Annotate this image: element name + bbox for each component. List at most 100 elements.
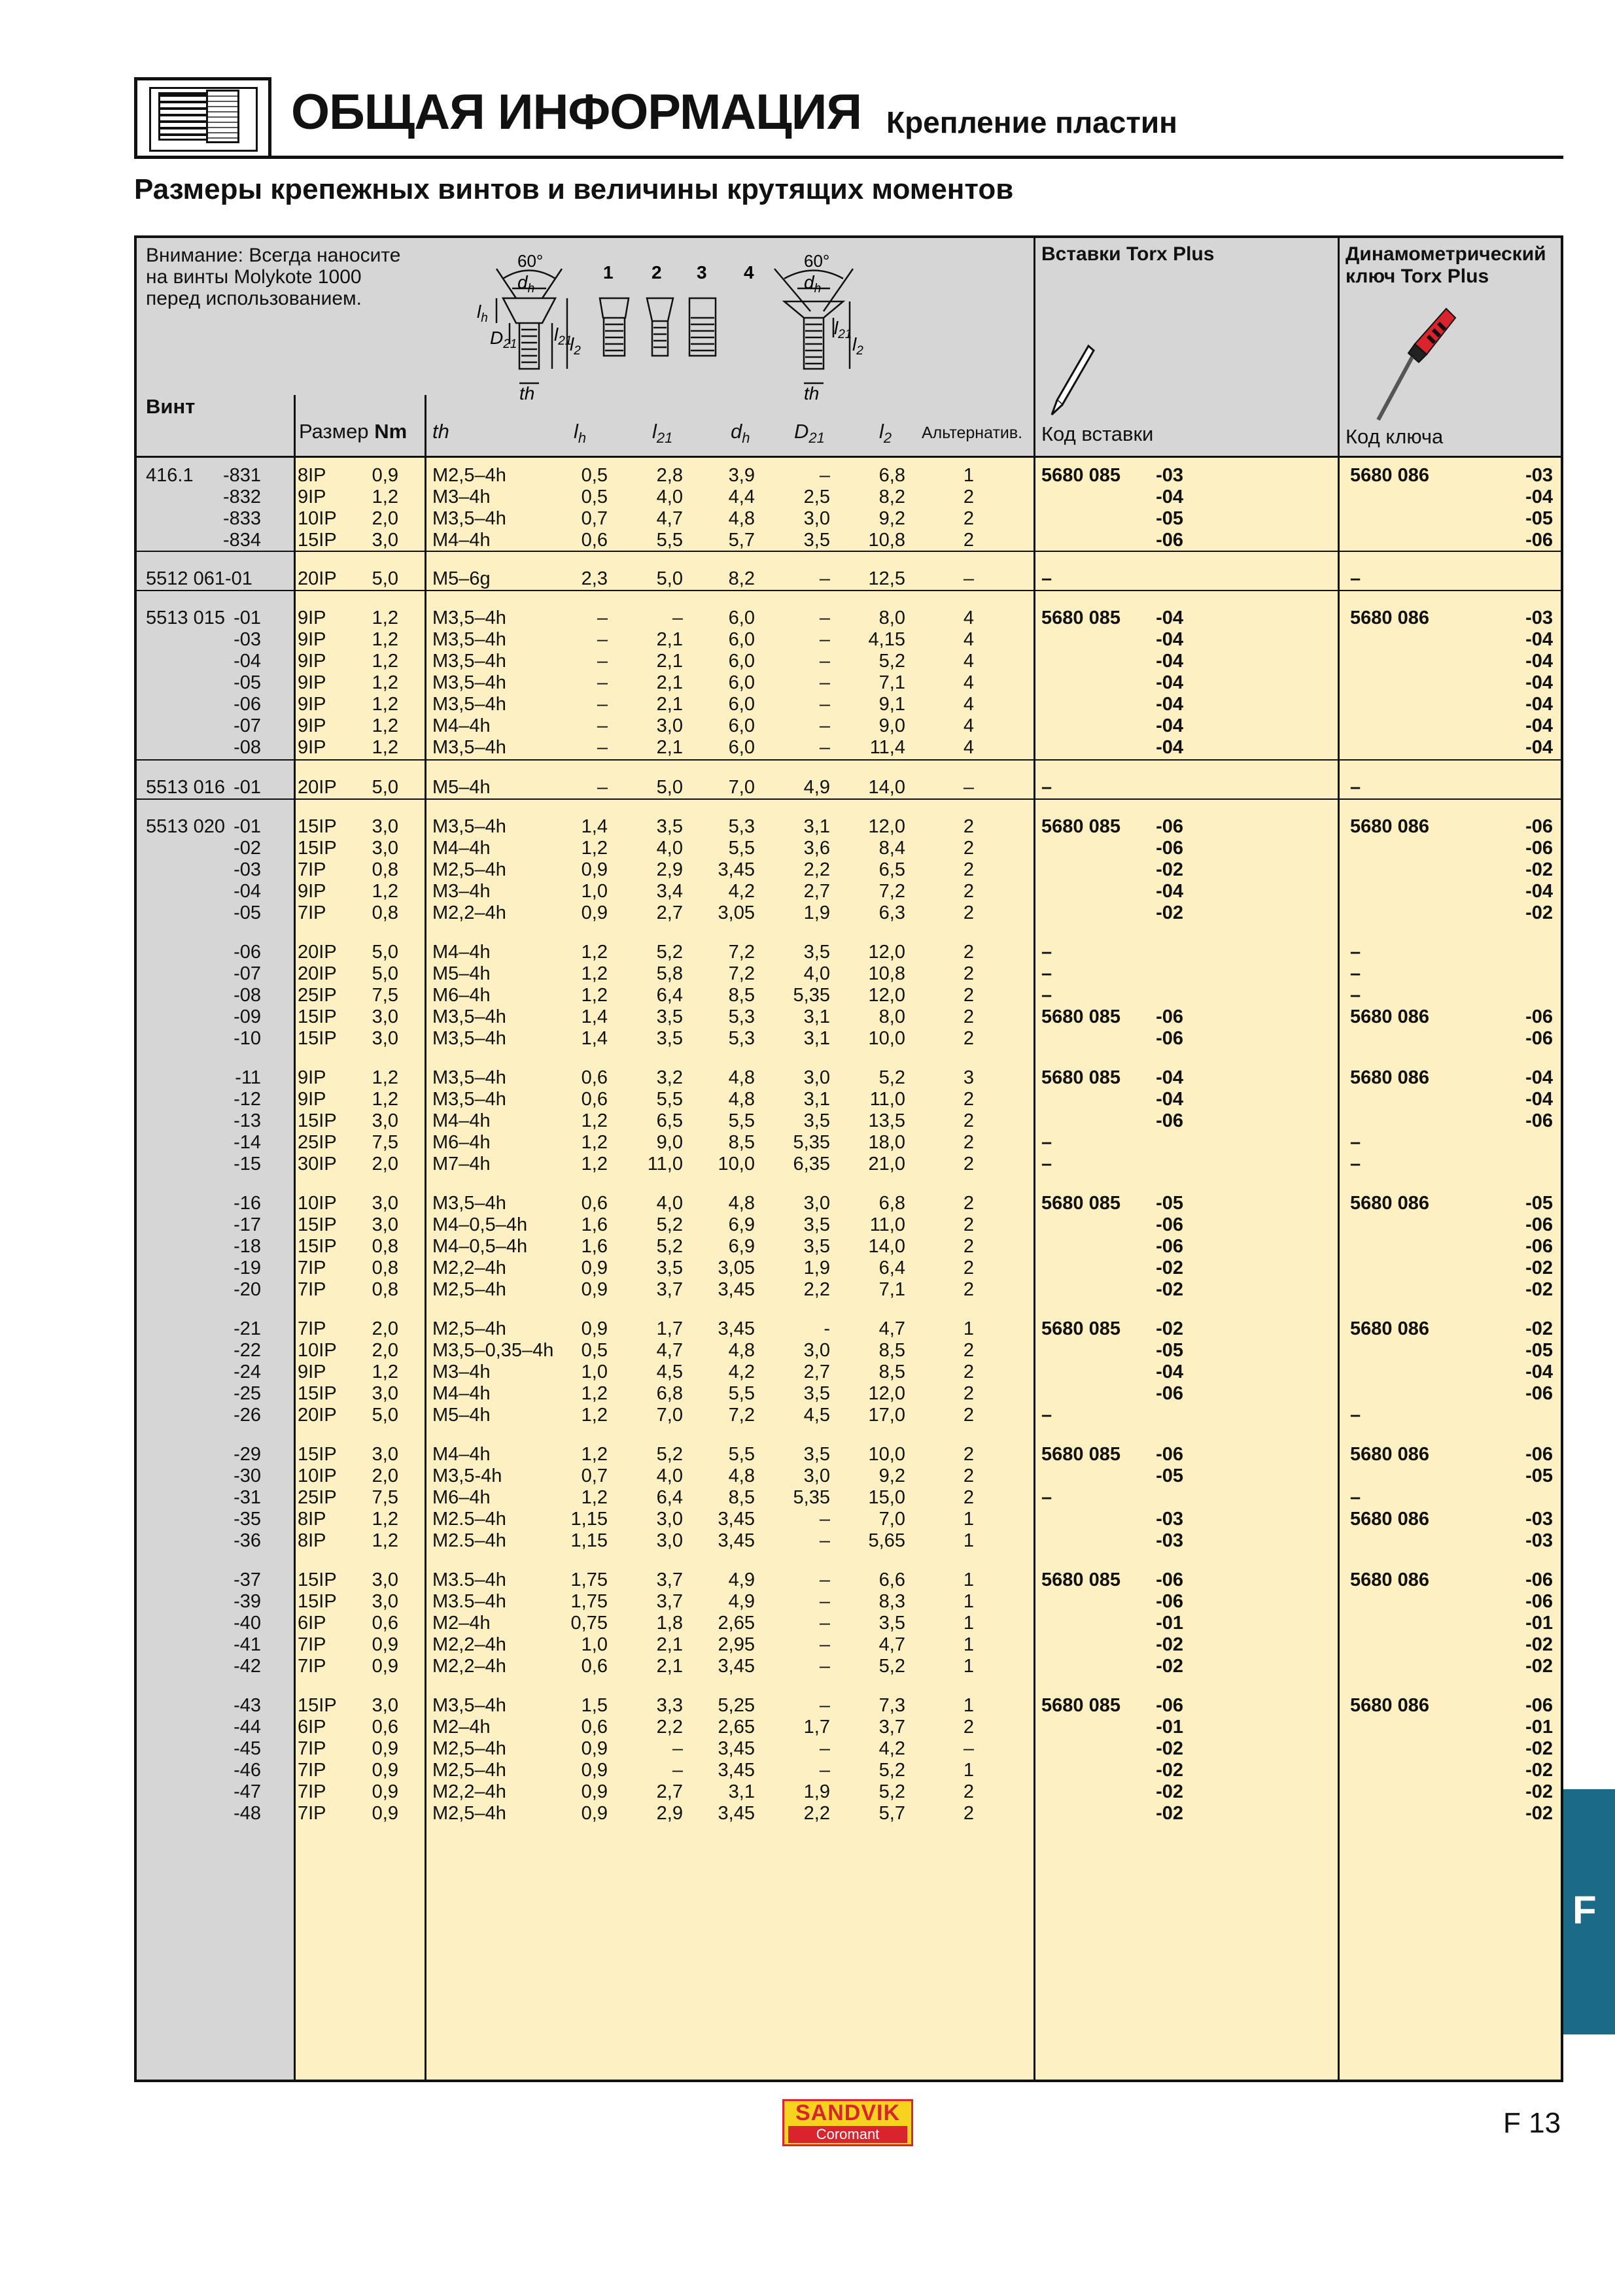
- table-row: -04 9IP 1,2 M3–4h 1,0 3,4 4,2 2,7 7,2 2 -04 -04: [137, 881, 1561, 902]
- cell-2: 20IP: [298, 777, 337, 798]
- cell-9: 12,5: [868, 568, 905, 589]
- cell-1: -35: [234, 1509, 261, 1530]
- cell-13: 5680 086: [1350, 1569, 1429, 1590]
- cell-9: 7,0: [878, 1509, 905, 1530]
- cell-13: 5680 086: [1350, 1193, 1429, 1214]
- cell-12: -02: [1156, 1760, 1183, 1781]
- cell-14: -02: [1525, 1279, 1553, 1300]
- cell-3: 5,0: [372, 963, 398, 984]
- cell-5: 0,9: [581, 859, 608, 880]
- cell-2: 9IP: [298, 1089, 326, 1110]
- cell-9: 5,7: [878, 1803, 905, 1824]
- cell-7: 7,2: [728, 1405, 755, 1426]
- cell-5: 0,5: [581, 1340, 608, 1361]
- cell-1: -12: [234, 1089, 261, 1110]
- table-row: -834 15IP 3,0 M4–4h 0,6 5,5 5,7 3,5 10,8 2 -06 -06: [137, 530, 1561, 551]
- cell-3: 2,0: [372, 1318, 398, 1339]
- cell-9: 5,2: [878, 1656, 905, 1677]
- cell-6: 4,0: [656, 1465, 683, 1486]
- cell-4: M3,5–0,35–4h: [432, 1340, 554, 1361]
- cell-14: -06: [1525, 1214, 1553, 1235]
- cell-1: -37: [234, 1569, 261, 1590]
- cell-3: 1,2: [372, 1509, 398, 1530]
- cell-12: -03: [1156, 465, 1183, 486]
- cell-6: 2,1: [656, 672, 683, 693]
- dh-label-right: dh: [804, 272, 821, 296]
- cell-4: M3–4h: [432, 1362, 491, 1382]
- cell-3: 0,9: [372, 1656, 398, 1677]
- cell-9: 7,2: [878, 881, 905, 902]
- cell-11: –: [1041, 568, 1052, 589]
- cell-3: 3,0: [372, 1110, 398, 1131]
- cell-8: 4,9: [803, 777, 830, 798]
- cell-14: -02: [1525, 1258, 1553, 1278]
- cell-7: 6,0: [728, 694, 755, 715]
- cell-13: –: [1350, 963, 1361, 984]
- cell-5: 1,0: [581, 881, 608, 902]
- cell-6: 3,5: [656, 1028, 683, 1049]
- cell-6: 5,2: [656, 1236, 683, 1257]
- section-tab: F: [1563, 1789, 1615, 2034]
- cell-7: 3,45: [718, 859, 755, 880]
- cell-7: 3,45: [718, 1656, 755, 1677]
- cell-14: -02: [1525, 1634, 1553, 1655]
- cell-4: M2,5–4h: [432, 1318, 506, 1339]
- cell-14: -04: [1525, 715, 1553, 736]
- cell-7: 2,65: [718, 1613, 755, 1634]
- cell-10: 2: [963, 1089, 974, 1110]
- screw-header: Винт: [146, 395, 196, 418]
- cell-3: 1,2: [372, 1362, 398, 1382]
- cell-12: -05: [1156, 508, 1183, 529]
- cell-9: 9,0: [878, 715, 905, 736]
- cell-4: M3,5–4h: [432, 737, 506, 758]
- cell-5: 0,9: [581, 1803, 608, 1824]
- cell-4: M5–4h: [432, 1405, 491, 1426]
- cell-4: M6–4h: [432, 985, 491, 1006]
- cell-1: -01: [234, 777, 261, 798]
- table-row: -06 20IP 5,0 M4–4h 1,2 5,2 7,2 3,5 12,0 2 – –: [137, 942, 1561, 963]
- cell-3: 3,0: [372, 1006, 398, 1027]
- cell-10: 1: [963, 1591, 974, 1612]
- cell-2: 15IP: [298, 838, 337, 859]
- cell-6: 6,4: [656, 985, 683, 1006]
- cell-8: –: [819, 737, 830, 758]
- cell-1: -10: [234, 1028, 261, 1049]
- torx-inserts-header: Вставки Torx Plus: [1041, 243, 1215, 265]
- cell-5: 1,0: [581, 1634, 608, 1655]
- cell-6: 1,7: [656, 1318, 683, 1339]
- cell-9: 11,0: [869, 1214, 905, 1235]
- cell-5: 1,2: [581, 1110, 608, 1131]
- cell-9: 10,0: [868, 1028, 905, 1049]
- cell-5: 1,4: [581, 816, 608, 837]
- cell-7: 5,5: [728, 838, 755, 859]
- cell-3: 7,5: [372, 1487, 398, 1508]
- cell-12: -04: [1156, 608, 1183, 628]
- cell-7: 4,8: [728, 1067, 755, 1088]
- cell-8: 3,1: [803, 1028, 830, 1049]
- cell-10: 2: [963, 942, 974, 963]
- cell-14: -03: [1525, 1530, 1553, 1551]
- table-row: -47 7IP 0,9 M2,2–4h 0,9 2,7 3,1 1,9 5,2 2 -02 -02: [137, 1781, 1561, 1803]
- cell-1: -18: [234, 1236, 261, 1257]
- cell-3: 3,0: [372, 1695, 398, 1716]
- cell-9: 18,0: [868, 1132, 905, 1153]
- cell-12: -06: [1156, 1383, 1183, 1404]
- cell-2: 25IP: [298, 1487, 337, 1508]
- cell-14: -04: [1525, 629, 1553, 650]
- cell-12: -02: [1156, 1803, 1183, 1824]
- cell-10: 2: [963, 1781, 974, 1802]
- cell-5: 1,6: [581, 1214, 608, 1235]
- cell-8: 2,2: [803, 1279, 830, 1300]
- cell-7: 5,3: [728, 816, 755, 837]
- alternative-header: Альтернатив.: [922, 424, 1023, 442]
- cell-1: -48: [234, 1803, 261, 1824]
- cell-8: –: [819, 1656, 830, 1677]
- cell-4: M3,5–4h: [432, 1089, 506, 1110]
- table-row: -833 10IP 2,0 M3,5–4h 0,7 4,7 4,8 3,0 9,2 2 -05 -05: [137, 508, 1561, 530]
- cell-4: M3,5–4h: [432, 1028, 506, 1049]
- cell-13: –: [1350, 568, 1361, 589]
- table-row: -21 7IP 2,0 M2,5–4h 0,9 1,7 3,45 - 4,7 1 5680 085 -…: [137, 1318, 1561, 1340]
- cell-9: 11,4: [869, 737, 905, 758]
- cell-7: 4,9: [728, 1569, 755, 1590]
- cell-7: 4,4: [728, 487, 755, 507]
